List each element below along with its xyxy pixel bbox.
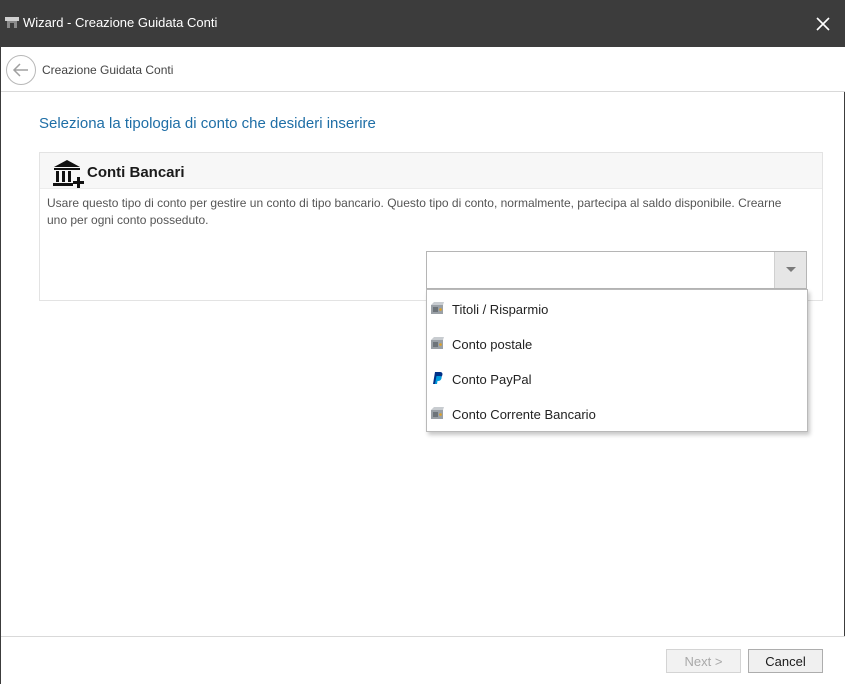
cancel-button[interactable]: Cancel (748, 649, 823, 673)
dropdown-item-label: Conto PayPal (452, 372, 532, 387)
dropdown-item-conto-corrente[interactable]: Conto Corrente Bancario (427, 396, 807, 431)
dropdown-item-label: Conto Corrente Bancario (452, 407, 596, 422)
window-title: Wizard - Creazione Guidata Conti (23, 15, 218, 30)
wizard-nav: Creazione Guidata Conti (1, 47, 845, 92)
wizard-footer: Next > Cancel (1, 636, 845, 685)
card-description: Usare questo tipo di conto per gestire u… (47, 196, 782, 227)
paypal-icon (433, 372, 443, 384)
account-type-dropdown: Titoli / Risparmio Conto postale Conto P… (426, 289, 808, 432)
card-title: Conti Bancari (87, 164, 185, 181)
page-heading: Seleziona la tipologia di conto che desi… (39, 115, 376, 132)
account-type-combo[interactable] (426, 251, 807, 289)
dropdown-item-label: Conto postale (452, 337, 533, 352)
card-header: Conti Bancari (40, 153, 822, 189)
dropdown-item-conto-paypal[interactable]: Conto PayPal (427, 361, 807, 396)
back-arrow-icon (12, 63, 28, 77)
dropdown-item-conto-postale[interactable]: Conto postale (427, 326, 807, 361)
combo-dropdown-button[interactable] (774, 252, 806, 288)
dropdown-item-label: Titoli / Risparmio (452, 302, 549, 317)
close-button[interactable] (800, 1, 845, 47)
dropdown-item-titoli[interactable]: Titoli / Risparmio (427, 291, 807, 326)
close-icon (816, 17, 830, 31)
back-button[interactable] (6, 55, 36, 85)
safe-icon (431, 407, 444, 419)
app-icon (5, 17, 19, 28)
title-bar: Wizard - Creazione Guidata Conti (1, 1, 845, 47)
wizard-window: Wizard - Creazione Guidata Conti Creazio… (0, 0, 845, 685)
safe-icon (431, 302, 444, 314)
next-button[interactable]: Next > (666, 649, 741, 673)
safe-icon (431, 337, 444, 349)
nav-title: Creazione Guidata Conti (42, 63, 174, 77)
bank-add-icon (53, 160, 84, 188)
chevron-down-icon (785, 267, 796, 272)
